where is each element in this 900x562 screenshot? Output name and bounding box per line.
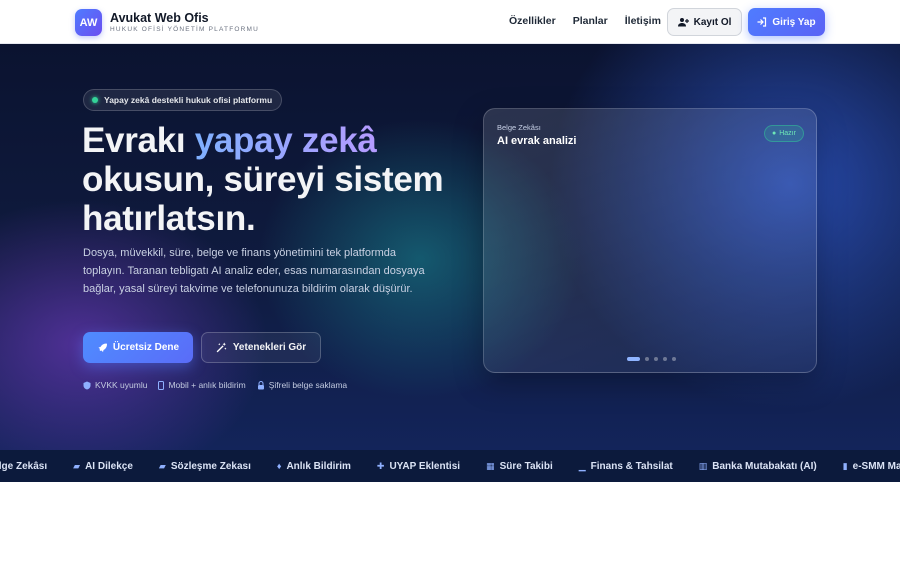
carousel-dot[interactable]: [663, 357, 667, 361]
marquee-item: ▦ Süre Takibi: [486, 461, 553, 472]
login-label: Giriş Yap: [772, 16, 816, 28]
rocket-icon: [98, 343, 107, 352]
nav-link-features[interactable]: Özellikler: [509, 15, 556, 27]
marquee-item: ♦ Anlık Bildirim: [277, 461, 351, 472]
marquee-item: ▥ Banka Mutabakatı (AI): [699, 461, 817, 472]
carousel-dot[interactable]: [672, 357, 676, 361]
register-label: Kayıt Ol: [693, 16, 732, 28]
sign-in-icon: [757, 17, 767, 27]
ready-status-label: Hazır: [779, 130, 796, 137]
shield-icon: [83, 381, 91, 389]
brand-logo: AW: [75, 9, 102, 36]
free-trial-label: Ücretsiz Dene: [112, 342, 180, 353]
badge-encrypted-label: Şifreli belge saklama: [268, 380, 348, 390]
status-dot-icon: [92, 97, 98, 103]
marquee-item-label: Anlık Bildirim: [286, 460, 351, 472]
marquee-item: ▰ AI Dilekçe: [73, 461, 133, 472]
badge-kvkk-label: KVKK uyumlu: [95, 380, 148, 390]
badge-encrypted: Şifreli belge saklama: [257, 380, 347, 390]
marquee-item-label: Finans & Tahsilat: [590, 460, 673, 472]
carousel-dot[interactable]: [645, 357, 649, 361]
brand-subtitle: HUKUK OFİSİ YÖNETİM PLATFORMU: [110, 26, 260, 33]
brand[interactable]: AW Avukat Web Ofis HUKUK OFİSİ YÖNETİM P…: [75, 9, 259, 36]
badge-mobile-label: Mobil + anlık bildirim: [168, 380, 246, 390]
hero-pill-badge: Yapay zekâ destekli hukuk ofisi platform…: [83, 89, 283, 111]
marquee-item: ▁ Finans & Tahsilat: [579, 461, 673, 472]
feature-preview-card: Belge Zekâsı AI evrak analizi ● Hazır: [483, 108, 817, 373]
marquee-item-label: AI Dilekçe: [85, 460, 133, 472]
marquee-item-label: Banka Mutabakatı (AI): [712, 460, 817, 472]
hero-pill-text: Yapay zekâ destekli hukuk ofisi platform…: [104, 95, 273, 105]
badge-mobile: Mobil + anlık bildirim: [158, 380, 246, 390]
headline-pre: Evrakı: [82, 121, 195, 160]
free-trial-button[interactable]: Ücretsiz Dene: [83, 332, 193, 363]
bank-icon: ▥: [698, 460, 708, 471]
marquee-item-label: Belge Zekâsı: [0, 460, 48, 472]
marquee-item: Belge Zekâsı: [0, 461, 47, 472]
hero-section: Yapay zekâ destekli hukuk ofisi platform…: [0, 44, 900, 450]
marquee-track: Belge Zekâsı ▰ AI Dilekçe ▰ Sözleşme Zekası ♦…: [0, 450, 900, 482]
mobile-icon: [158, 380, 165, 390]
top-header: AW Avukat Web Ofis HUKUK OFİSİ YÖNETİM P…: [0, 0, 900, 44]
feature-marquee: Belge Zekâsı ▰ AI Dilekçe ▰ Sözleşme Zekası ♦…: [0, 450, 900, 482]
nav-link-plans[interactable]: Planlar: [573, 15, 608, 27]
marquee-item-label: UYAP Eklentisi: [389, 460, 461, 472]
card-label: Belge Zekâsı: [497, 123, 541, 132]
nav-link-contact[interactable]: İletişim: [625, 15, 661, 27]
see-features-label: Yetenekleri Gör: [232, 342, 307, 353]
marquee-item-label: e-SMM Ma: [852, 460, 900, 472]
headline-post: okusun, süreyi sistem hatırlatsın.: [82, 160, 444, 238]
user-plus-icon: [677, 18, 689, 27]
login-button[interactable]: Giriş Yap: [748, 8, 825, 36]
hero-headline: Evrakı yapay zekâ okusun, süreyi sistem …: [82, 121, 482, 238]
marquee-item-label: Süre Takibi: [499, 460, 553, 472]
see-features-button[interactable]: Yetenekleri Gör: [201, 332, 321, 363]
marquee-item: ▮ e-SMM Ma: [843, 461, 900, 472]
ready-status-badge: ● Hazır: [764, 125, 804, 142]
trust-badges: KVKK uyumlu Mobil + anlık bildirim Şifre…: [83, 380, 347, 390]
register-button[interactable]: Kayıt Ol: [667, 8, 742, 36]
brand-title: Avukat Web Ofis: [110, 11, 209, 25]
ready-dot-icon: ●: [772, 130, 777, 137]
headline-accent: yapay zekâ: [194, 121, 377, 160]
calendar-icon: ▦: [486, 460, 495, 471]
badge-kvkk: KVKK uyumlu: [83, 380, 147, 390]
chart-icon: ▁: [578, 460, 586, 471]
file-pen-icon: ▰: [73, 460, 81, 471]
main-nav: Özellikler Planlar İletişim: [509, 15, 661, 27]
marquee-item: ▰ Sözleşme Zekası: [159, 461, 251, 472]
marquee-item-label: Sözleşme Zekası: [170, 460, 251, 472]
puzzle-icon: ✚: [376, 460, 385, 471]
receipt-icon: ▮: [842, 460, 848, 471]
marquee-item: ✚ UYAP Eklentisi: [377, 461, 460, 472]
carousel-dots: [627, 357, 676, 361]
carousel-dot[interactable]: [654, 357, 658, 361]
bell-icon: ♦: [276, 461, 282, 471]
lock-icon: [257, 380, 264, 389]
hero-description: Dosya, müvekkil, süre, belge ve finans y…: [83, 247, 425, 295]
card-title: AI evrak analizi: [497, 135, 577, 147]
carousel-dot[interactable]: [627, 357, 640, 361]
magic-wand-icon: [216, 342, 227, 353]
file-sign-icon: ▰: [158, 460, 166, 471]
